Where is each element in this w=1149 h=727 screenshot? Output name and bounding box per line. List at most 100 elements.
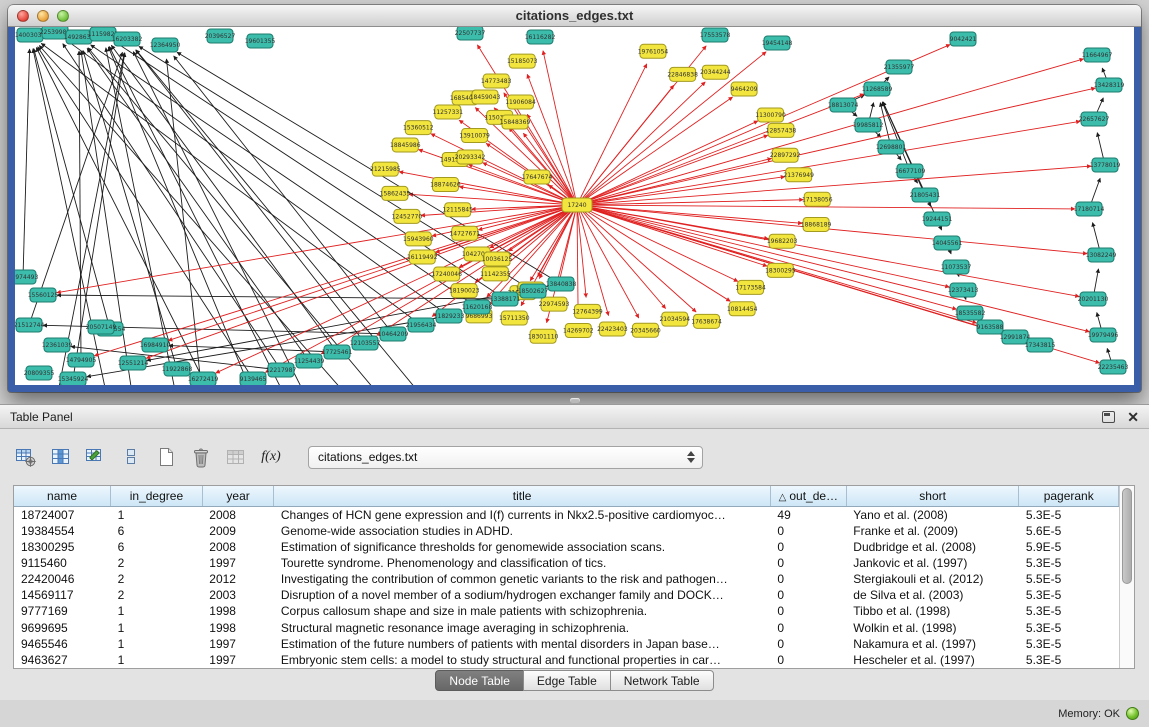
svg-text:18813074: 18813074 xyxy=(828,102,859,109)
svg-text:13082249: 13082249 xyxy=(1086,252,1117,259)
svg-text:12452770: 12452770 xyxy=(392,213,423,220)
table-row[interactable]: 977716911998Corpus callosum shape and si… xyxy=(14,603,1119,619)
svg-text:17173584: 17173584 xyxy=(735,284,766,291)
tab-node-table[interactable]: Node Table xyxy=(435,670,524,691)
svg-text:16272419: 16272419 xyxy=(188,376,219,383)
table-cell: 0 xyxy=(770,571,846,587)
svg-text:17553578: 17553578 xyxy=(700,32,731,39)
svg-text:10464209: 10464209 xyxy=(378,331,409,338)
svg-text:17240: 17240 xyxy=(567,202,586,209)
table-cell: 9699695 xyxy=(14,619,111,635)
svg-text:18535582: 18535582 xyxy=(955,310,986,317)
table-row[interactable]: 1938455462009Genome-wide association stu… xyxy=(14,523,1119,539)
close-window-button[interactable] xyxy=(17,10,29,22)
svg-text:18301110: 18301110 xyxy=(528,333,559,340)
table-selector-combobox[interactable]: citations_edges.txt xyxy=(308,446,703,469)
svg-text:17638674: 17638674 xyxy=(691,318,722,325)
svg-text:10974493: 10974493 xyxy=(15,274,38,281)
table-columns-icon[interactable] xyxy=(49,445,73,469)
table-row[interactable]: 1872400712008Changes of HCN gene express… xyxy=(14,506,1119,523)
column-header-in_degree[interactable]: in_degree xyxy=(111,486,203,506)
zoom-window-button[interactable] xyxy=(57,10,69,22)
table-type-tabs: Node TableEdge TableNetwork Table xyxy=(0,670,1149,691)
table-cell: 5.5E-5 xyxy=(1019,571,1119,587)
svg-text:21034594: 21034594 xyxy=(659,316,690,323)
svg-text:21376949: 21376949 xyxy=(783,172,814,179)
minimize-window-button[interactable] xyxy=(37,10,49,22)
tab-edge-table[interactable]: Edge Table xyxy=(523,670,611,691)
table-cell: 18300295 xyxy=(14,539,111,555)
table-cell: 2009 xyxy=(202,523,274,539)
svg-text:11664967: 11664967 xyxy=(1082,52,1113,59)
svg-text:11829233: 11829233 xyxy=(434,313,465,320)
column-header-pagerank[interactable]: pagerank xyxy=(1019,486,1119,506)
column-header-out_de[interactable]: △out_de… xyxy=(770,486,846,506)
svg-text:21215985: 21215985 xyxy=(370,166,401,173)
table-row[interactable]: 911546021997Tourette syndrome. Phenomeno… xyxy=(14,555,1119,571)
table-cell: Embryonic stem cells: a model to study s… xyxy=(274,652,771,668)
column-header-title[interactable]: title xyxy=(274,486,771,506)
svg-text:16984910: 16984910 xyxy=(140,342,171,349)
table-cell: 14569117 xyxy=(14,587,111,603)
function-builder-icon[interactable]: f(x) xyxy=(259,445,283,469)
combobox-arrows-icon xyxy=(684,451,698,463)
table-selector-value: citations_edges.txt xyxy=(318,450,417,464)
svg-text:9139465: 9139465 xyxy=(240,376,267,383)
panel-title: Table Panel xyxy=(10,410,73,424)
svg-text:11922868: 11922868 xyxy=(162,366,193,373)
svg-text:15560125: 15560125 xyxy=(28,292,59,299)
svg-text:18459043: 18459043 xyxy=(470,94,501,101)
svg-text:19761054: 19761054 xyxy=(638,48,669,55)
tab-network-table[interactable]: Network Table xyxy=(610,670,714,691)
network-canvas[interactable]: 1724019761054228468382034424494642091130… xyxy=(15,27,1134,385)
svg-text:11142355: 11142355 xyxy=(480,271,511,278)
delete-table-icon[interactable] xyxy=(189,445,213,469)
table-cell: 5.3E-5 xyxy=(1019,555,1119,571)
column-header-year[interactable]: year xyxy=(202,486,274,506)
svg-text:13840838: 13840838 xyxy=(546,281,577,288)
float-panel-icon[interactable] xyxy=(1102,411,1115,423)
memory-indicator-icon[interactable] xyxy=(1126,707,1139,720)
close-panel-icon[interactable]: ✕ xyxy=(1127,411,1139,423)
status-bar: Memory: OK xyxy=(0,700,1149,727)
svg-text:21805431: 21805431 xyxy=(910,192,941,199)
table-row[interactable]: 946554611997Estimation of the future num… xyxy=(14,636,1119,652)
column-header-short[interactable]: short xyxy=(846,486,1019,506)
table-cell: 5.3E-5 xyxy=(1019,603,1119,619)
panel-resize-handle[interactable] xyxy=(570,398,580,403)
table-row[interactable]: 946362711997Embryonic stem cells: a mode… xyxy=(14,652,1119,668)
svg-text:18845986: 18845986 xyxy=(390,142,421,149)
table-cell: 6 xyxy=(111,539,203,555)
select-rows-icon[interactable] xyxy=(119,445,143,469)
table-settings-icon[interactable] xyxy=(14,445,38,469)
table-row[interactable]: 2242004622012Investigating the contribut… xyxy=(14,571,1119,587)
svg-text:15848369: 15848369 xyxy=(500,119,531,126)
svg-text:12857438: 12857438 xyxy=(766,127,797,134)
table-row[interactable]: 1830029562008Estimation of significance … xyxy=(14,539,1119,555)
scrollbar-thumb[interactable] xyxy=(1122,488,1132,584)
table-cell: Estimation of the future numbers of pati… xyxy=(274,636,771,652)
import-table-icon[interactable] xyxy=(224,445,248,469)
window-titlebar[interactable]: citations_edges.txt xyxy=(8,5,1141,27)
edit-table-icon[interactable] xyxy=(84,445,108,469)
table-vertical-scrollbar[interactable] xyxy=(1119,486,1134,668)
svg-text:22423403: 22423403 xyxy=(597,326,628,333)
table-row[interactable]: 969969511998Structural magnetic resonanc… xyxy=(14,619,1119,635)
table-cell: 0 xyxy=(770,523,846,539)
table-cell: 19384554 xyxy=(14,523,111,539)
new-table-icon[interactable] xyxy=(154,445,178,469)
table-row[interactable]: 1456911722003Disruption of a novel membe… xyxy=(14,587,1119,603)
table-cell: 5.3E-5 xyxy=(1019,587,1119,603)
svg-text:9464209: 9464209 xyxy=(731,86,758,93)
svg-text:12103557: 12103557 xyxy=(350,340,381,347)
svg-text:19985812: 19985812 xyxy=(853,122,884,129)
table-cell: 1 xyxy=(111,636,203,652)
table-cell: Estimation of significance thresholds fo… xyxy=(274,539,771,555)
svg-text:16116282: 16116282 xyxy=(525,34,556,41)
svg-text:18190023: 18190023 xyxy=(449,288,480,295)
table-cell: 1 xyxy=(111,506,203,523)
column-header-name[interactable]: name xyxy=(14,486,111,506)
table-cell: Franke et al. (2009) xyxy=(846,523,1019,539)
table-cell: 0 xyxy=(770,587,846,603)
table-cell: Tibbo et al. (1998) xyxy=(846,603,1019,619)
